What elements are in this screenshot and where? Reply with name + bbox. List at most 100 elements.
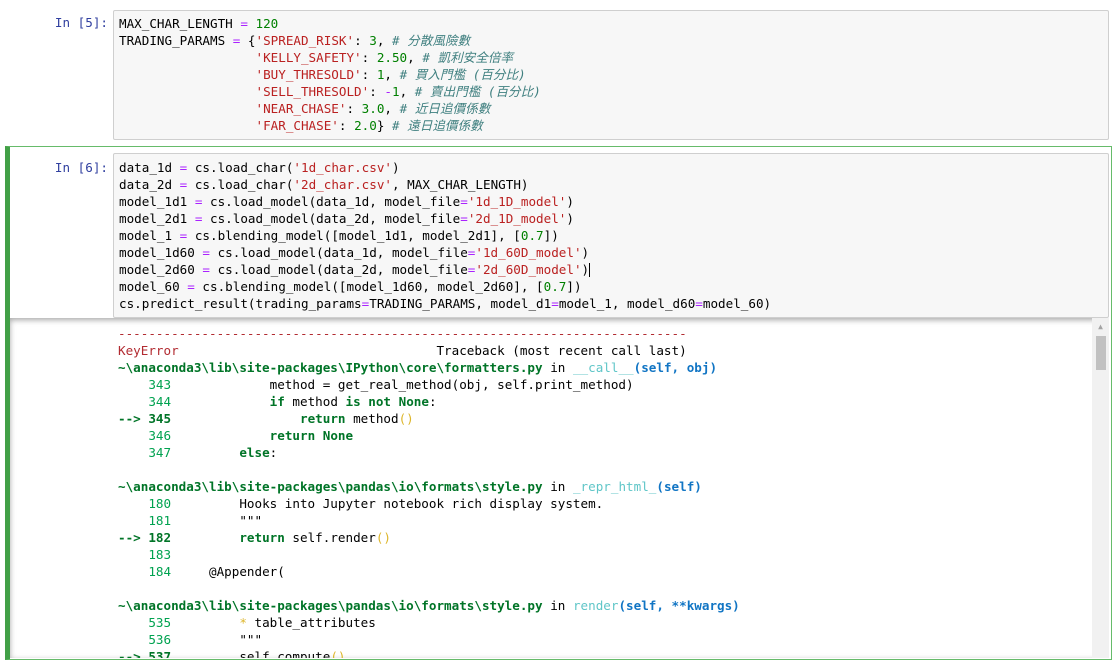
code-token: = — [551, 296, 559, 311]
code-token: 535 — [118, 615, 172, 630]
code-token: MAX_CHAR_LENGTH — [119, 16, 241, 31]
code-line: 'NEAR_CHASE': 3.0, # 近日追價係數 — [119, 100, 490, 117]
code-token: KeyError — [118, 343, 179, 358]
traceback-line: --> 345 return method() — [118, 410, 414, 427]
code-token: 536 — [118, 632, 172, 647]
traceback-line: 346 return None — [118, 427, 353, 444]
traceback-line: ~\anaconda3\lib\site-packages\IPython\co… — [118, 359, 717, 376]
code-token: """ — [171, 632, 263, 647]
code-token: : — [338, 118, 355, 133]
code-token: model_2d1 — [119, 211, 195, 226]
code-token: 346 — [118, 428, 172, 443]
code-token: data_1d — [119, 160, 180, 175]
code-token: 'SPREAD_RISK' — [255, 33, 355, 48]
code-cell-5[interactable]: In [5]: MAX_CHAR_LENGTH = 120 TRADING_PAR… — [0, 10, 1119, 141]
code-token: * — [239, 615, 247, 630]
code-token: = — [187, 279, 195, 294]
cell-prompt: In [5]: — [54, 15, 108, 30]
code-input-area[interactable]: data_1d = cs.load_char('1d_char.csv') dat… — [113, 153, 1109, 318]
code-line: TRADING_PARAMS = {'SPREAD_RISK': 3, # 分散… — [119, 32, 470, 49]
code-token: 2.50 — [376, 50, 408, 65]
code-token: ) — [566, 194, 574, 209]
code-token: 0.7 — [543, 279, 567, 294]
code-token: = — [460, 194, 468, 209]
code-token: None — [398, 394, 429, 409]
code-token: ) — [566, 211, 574, 226]
code-token: '1d_1D_model' — [467, 194, 567, 209]
scroll-thumb[interactable] — [1096, 336, 1106, 370]
code-token: 3.0 — [361, 101, 385, 116]
code-token: cs.load_model(data_1d, model_file — [202, 194, 461, 209]
code-token: (self, obj) — [633, 360, 718, 375]
traceback-line: KeyError Traceback (most recent call las… — [118, 342, 687, 359]
scroll-up-icon[interactable]: ▲ — [1092, 318, 1109, 335]
code-input-area[interactable]: MAX_CHAR_LENGTH = 120 TRADING_PARAMS = {'… — [113, 10, 1109, 140]
code-token: return — [299, 411, 346, 426]
code-line: 'BUY_THRESOLD': 1, # 買入門檻 (百分比) — [119, 66, 525, 83]
code-line: 'FAR_CHASE': 2.0} # 遠日追價係數 — [119, 117, 482, 134]
traceback-line: ~\anaconda3\lib\site-packages\pandas\io\… — [118, 597, 740, 614]
code-token: 181 — [118, 513, 172, 528]
traceback-line: --> 182 return self.render() — [118, 529, 391, 546]
code-token: """ — [171, 513, 263, 528]
code-token: = — [695, 296, 703, 311]
code-token: (self) — [656, 479, 702, 494]
code-token: is — [345, 394, 361, 409]
code-token: None — [322, 428, 354, 443]
traceback-line: ~\anaconda3\lib\site-packages\pandas\io\… — [118, 478, 702, 495]
code-token: 'SELL_THRESOLD' — [255, 84, 370, 99]
code-token: model_2d60 — [119, 262, 203, 277]
code-token: __call__ — [572, 360, 634, 375]
code-line: model_2d1 = cs.load_model(data_2d, model… — [119, 210, 574, 227]
code-token: ) — [581, 262, 590, 277]
code-token: cs.predict_result(trading_params — [119, 296, 362, 311]
code-token: , — [376, 33, 393, 48]
code-token: ) — [581, 245, 590, 260]
code-token: cs.load_char( — [187, 177, 294, 192]
code-token: : — [369, 84, 385, 99]
code-token: () — [375, 530, 391, 545]
code-token: 183 — [118, 547, 172, 562]
code-token: , MAX_CHAR_LENGTH) — [392, 177, 529, 192]
code-line: 'KELLY_SAFETY': 2.50, # 凱利安全倍率 — [119, 49, 513, 66]
code-token: model_1 — [119, 228, 180, 243]
code-cell-6[interactable]: In [6]: data_1d = cs.load_char('1d_char.… — [0, 153, 1119, 318]
output-area[interactable]: ----------------------------------------… — [10, 318, 1109, 658]
code-token: in — [542, 479, 573, 494]
code-token: 'BUY_THRESOLD' — [255, 67, 362, 82]
code-token: model_1, model_d60 — [558, 296, 696, 311]
code-token: method — [345, 411, 399, 426]
code-token: : — [361, 67, 377, 82]
code-token: cs.load_model(data_2d, model_file — [202, 211, 461, 226]
code-token: # 分散風險數 — [392, 33, 471, 48]
code-token: model_1d1 — [119, 194, 195, 209]
code-token: --> 345 — [118, 411, 172, 426]
code-token: return — [239, 530, 285, 545]
code-line: data_1d = cs.load_char('1d_char.csv') — [119, 159, 400, 176]
code-token: cs.load_model(data_1d, model_file — [210, 245, 468, 260]
code-token: ----------------------------------------… — [118, 326, 687, 341]
code-line: model_1 = cs.blending_model([model_1d1, … — [119, 227, 559, 244]
code-token: --> 182 — [118, 530, 172, 545]
code-token: 180 — [118, 496, 172, 511]
code-token: model_60) — [702, 296, 772, 311]
code-token: in — [542, 598, 573, 613]
code-token: cs.load_char( — [187, 160, 294, 175]
code-token: ~\anaconda3\lib\site-packages\IPython\co… — [118, 360, 543, 375]
traceback-line: ----------------------------------------… — [118, 325, 687, 342]
code-token: table_attributes — [246, 615, 376, 630]
code-token: cs.blending_model([model_1d60, model_2d6… — [194, 279, 544, 294]
code-token: ) — [392, 160, 400, 175]
code-line: model_1d1 = cs.load_model(data_1d, model… — [119, 193, 574, 210]
code-token: @Appender( — [171, 564, 285, 579]
output-scrollbar[interactable]: ▲ — [1092, 318, 1109, 658]
code-token: _repr_html_ — [572, 479, 657, 494]
code-token: : — [269, 445, 278, 460]
cell-prompt: In [6]: — [54, 160, 108, 175]
code-line: 'SELL_THRESOLD': -1, # 賣出門檻 (百分比) — [119, 83, 540, 100]
